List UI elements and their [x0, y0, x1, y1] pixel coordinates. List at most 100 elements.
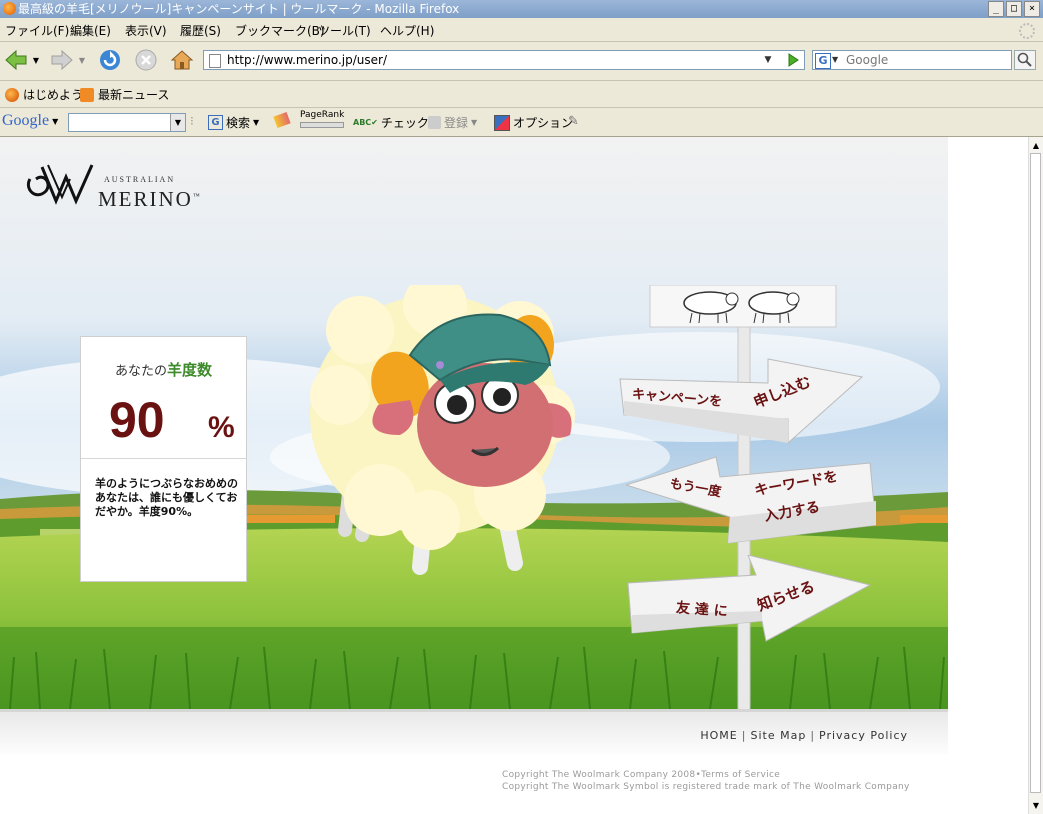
rss-icon — [80, 87, 94, 102]
copyright-notice: Copyright The Woolmark Company 2008•Term… — [502, 769, 910, 793]
woolmark-logo-icon — [27, 164, 94, 205]
search-field[interactable]: G ▼ Google — [812, 50, 1012, 70]
menu-bookmarks[interactable]: ブックマーク(B) — [235, 22, 325, 39]
maximize-button[interactable]: □ — [1006, 1, 1022, 17]
toolbar-separator: ⁝ — [190, 114, 194, 128]
options-button[interactable]: オプション — [494, 114, 573, 131]
bookmark-getting-started[interactable]: はじめよう — [5, 86, 83, 103]
menu-tools[interactable]: ツール(T) — [318, 22, 371, 39]
score-divider — [81, 458, 246, 459]
tell-friends-sign[interactable]: 友 達 に 知らせる — [626, 554, 872, 645]
hero-stage: AUSTRALIAN MERINO™ あなたの羊度数 90 % 羊のようにつぶら… — [0, 137, 948, 709]
pagerank-bar — [300, 122, 345, 128]
pagerank-label: PageRank — [300, 110, 345, 120]
footer-link-privacy[interactable]: Privacy Policy — [819, 729, 908, 742]
forward-arrow-icon — [51, 49, 73, 71]
tell-friends-left-text: 友 達 に — [675, 600, 729, 620]
menu-view[interactable]: 表示(V) — [125, 22, 167, 39]
google-search-button[interactable]: G 検索 ▼ — [208, 114, 259, 131]
spellcheck-button[interactable]: ABC✔ チェック ▼ — [353, 114, 438, 131]
reload-icon — [100, 50, 120, 70]
google-logo: Google — [2, 112, 50, 129]
search-placeholder: Google — [846, 53, 889, 67]
back-button[interactable] — [4, 48, 28, 72]
throbber-icon — [1019, 23, 1035, 39]
google-brand-button[interactable]: Google ▼ — [2, 112, 58, 130]
search-engine-icon[interactable]: G — [815, 53, 831, 69]
highlight-button[interactable] — [273, 111, 291, 129]
logo-top-text: AUSTRALIAN — [104, 175, 176, 184]
spellcheck-icon: ABC✔ — [353, 118, 378, 127]
stop-icon — [135, 49, 157, 71]
stop-button[interactable] — [134, 48, 158, 72]
rss-feed-icon — [428, 116, 441, 129]
score-unit: % — [208, 411, 235, 444]
forward-history-dropdown[interactable]: ▼ — [76, 48, 88, 72]
menu-edit[interactable]: 編集(E) — [70, 22, 111, 39]
apply-campaign-sign[interactable]: キャンペーンを 申し込む — [618, 357, 864, 447]
footer-nav: HOME | Site Map | Privacy Policy — [700, 729, 908, 742]
bookmarks-toolbar: はじめよう 最新ニュース — [0, 81, 1043, 108]
url-history-dropdown[interactable]: ▼ — [760, 51, 776, 69]
scroll-down-button[interactable]: ▼ — [1030, 799, 1042, 812]
retry-sign-board — [624, 456, 877, 544]
forward-button[interactable] — [50, 48, 74, 72]
minimize-button[interactable]: _ — [988, 1, 1004, 17]
footer-bar: HOME | Site Map | Privacy Policy — [0, 709, 948, 755]
bookmark-label: 最新ニュース — [98, 88, 170, 102]
score-label: あなたの羊度数 — [114, 361, 213, 379]
check-label: チェック — [380, 116, 429, 130]
tell-friends-sign-board — [627, 554, 872, 642]
google-g-icon: G — [208, 115, 223, 130]
google-search-input[interactable]: ▼ — [68, 113, 186, 132]
search-go-button[interactable] — [1014, 50, 1036, 70]
copyright-line-2: Copyright The Woolmark Symbol is registe… — [502, 782, 910, 792]
menu-file[interactable]: ファイル(F) — [5, 22, 69, 39]
menu-help[interactable]: ヘルプ(H) — [380, 22, 434, 39]
score-description: 羊のようにつぶらなおめめのあなたは、誰にも優しくておだやか。羊度90%。 — [95, 477, 238, 518]
bookmark-latest-news[interactable]: 最新ニュース — [80, 86, 169, 103]
url-text: http://www.merino.jp/user/ — [227, 53, 388, 67]
scroll-thumb[interactable] — [1030, 153, 1041, 793]
retry-keyword-sign[interactable]: もう一度 キーワードを 入力する — [624, 455, 877, 550]
australian-merino-logo[interactable]: AUSTRALIAN MERINO™ — [22, 161, 200, 211]
close-button[interactable]: × — [1024, 1, 1040, 17]
footer-link-sitemap[interactable]: Site Map — [750, 729, 806, 742]
firefox-logo-icon — [3, 2, 16, 15]
home-icon — [170, 50, 194, 70]
score-value: 90 — [109, 392, 165, 448]
register-label: 登録 — [444, 116, 469, 130]
bookmark-label: はじめよう — [23, 88, 84, 102]
options-label: オプション — [513, 116, 574, 130]
highlighter-icon — [273, 111, 291, 129]
eraser-button[interactable]: ✎ — [568, 114, 579, 129]
home-button[interactable] — [170, 48, 194, 72]
sheep-mascot-illustration — [310, 285, 575, 575]
options-icon — [494, 114, 510, 131]
logo-main-text: MERINO™ — [98, 187, 202, 211]
go-button[interactable] — [783, 50, 803, 70]
scroll-up-button[interactable]: ▲ — [1030, 139, 1042, 152]
register-button[interactable]: 登録 ▼ — [428, 114, 477, 131]
window-title: 最高級の羊毛[メリノウール]キャンペーンサイト | ウールマーク - Mozil… — [18, 2, 460, 16]
go-arrow-icon — [788, 53, 799, 67]
page-icon — [209, 54, 221, 68]
firefox-icon — [5, 87, 19, 102]
window-titlebar: 最高級の羊毛[メリノウール]キャンペーンサイト | ウールマーク - Mozil… — [0, 0, 1043, 18]
pagerank-indicator[interactable]: PageRank — [300, 111, 344, 128]
search-label: 検索 — [226, 116, 251, 130]
menu-bar: ファイル(F) 編集(E) 表示(V) 履歴(S) ブックマーク(B) ツール(… — [0, 18, 1043, 42]
back-arrow-icon — [5, 49, 27, 71]
reload-button[interactable] — [98, 48, 122, 72]
footer-link-home[interactable]: HOME — [700, 729, 737, 742]
search-engine-dropdown-icon[interactable]: ▼ — [832, 51, 838, 69]
google-search-dropdown-icon[interactable]: ▼ — [170, 114, 185, 131]
sheep-score-card: あなたの羊度数 90 % 羊のようにつぶらなおめめのあなたは、誰にも優しくておだ… — [80, 336, 247, 582]
url-field[interactable]: http://www.merino.jp/user/ — [203, 50, 805, 70]
vertical-scrollbar[interactable]: ▲ ▼ — [1028, 137, 1043, 814]
back-history-dropdown[interactable]: ▼ — [30, 48, 42, 72]
copyright-line-1: Copyright The Woolmark Company 2008•Term… — [502, 770, 781, 780]
eraser-icon: ✎ — [568, 114, 579, 129]
menu-history[interactable]: 履歴(S) — [180, 22, 221, 39]
window-controls: _ □ × — [988, 1, 1040, 17]
